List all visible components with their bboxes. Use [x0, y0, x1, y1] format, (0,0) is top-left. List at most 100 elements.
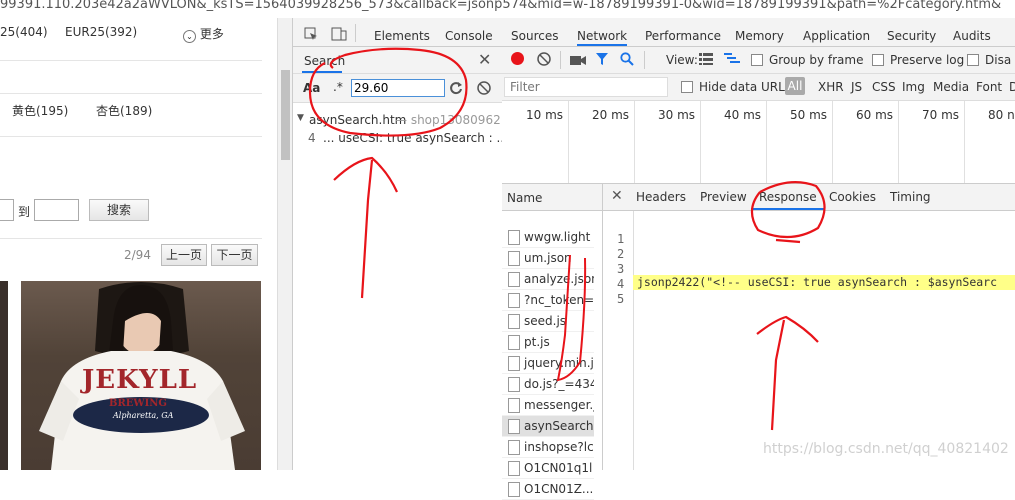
page-scrollbar[interactable] — [277, 18, 293, 470]
close-icon[interactable]: ✕ — [478, 50, 491, 69]
request-row[interactable]: do.js?_=434 — [502, 374, 594, 395]
tab-preview[interactable]: Preview — [700, 184, 747, 210]
request-row[interactable]: asynSearch — [502, 416, 594, 437]
timeline-tick-label: 10 ms — [526, 108, 564, 122]
file-icon — [508, 272, 520, 287]
view-label: View: — [666, 53, 698, 67]
timeline-tick-label: 50 ms — [790, 108, 828, 122]
type-filter-all[interactable]: All — [785, 77, 805, 95]
tab-console[interactable]: Console — [445, 18, 493, 46]
clear-log-icon[interactable] — [537, 52, 551, 66]
price-max-input[interactable] — [34, 199, 79, 221]
refresh-icon[interactable] — [449, 81, 463, 95]
response-line-highlighted[interactable]: jsonp2422("<!-- useCSI: true asynSearch … — [633, 275, 1015, 290]
regex-toggle[interactable]: .* — [333, 80, 343, 94]
request-row[interactable]: pt.js — [502, 332, 594, 353]
search-input[interactable] — [351, 79, 445, 97]
name-column-header[interactable]: Name — [502, 184, 602, 211]
request-name: asynSearch — [524, 419, 594, 433]
product-image-partial[interactable] — [0, 281, 8, 470]
next-page-button[interactable]: 下一页 — [211, 244, 258, 266]
divider — [0, 238, 262, 239]
group-by-frame-label: Group by frame — [769, 53, 864, 67]
group-by-frame-checkbox[interactable] — [751, 54, 763, 66]
timeline-tick-label: 80 n — [988, 108, 1015, 122]
inspect-element-icon[interactable] — [304, 27, 318, 41]
request-row[interactable]: messenger.j — [502, 395, 594, 416]
name-header-label: Name — [507, 191, 543, 205]
color-option-yellow[interactable]: 黄色(195) — [12, 102, 68, 119]
divider — [0, 136, 262, 137]
type-filter-css[interactable]: CSS — [872, 80, 896, 94]
filter-option-size-25[interactable]: 25(404) — [0, 25, 48, 39]
tab-elements[interactable]: Elements — [374, 18, 430, 46]
tab-security[interactable]: Security — [887, 18, 936, 46]
webpage-area: 25(404) EUR25(392) ⌄ 更多 黄色(195) 杏色(189) … — [0, 18, 277, 470]
prev-page-button[interactable]: 上一页 — [161, 244, 207, 266]
chevron-down-icon: ⌄ — [183, 30, 196, 43]
tab-response[interactable]: Response — [751, 184, 825, 210]
type-filter-font[interactable]: Font — [976, 80, 1002, 94]
line-number: 1 — [617, 232, 625, 246]
network-filter-bar: Filter Hide data URLs All XHR JS CSS Img… — [502, 74, 1015, 101]
request-row[interactable]: um.json — [502, 248, 594, 269]
search-button[interactable]: 搜索 — [89, 199, 149, 221]
clear-icon[interactable] — [477, 81, 491, 95]
request-row[interactable]: ?nc_token= — [502, 290, 594, 311]
scrollbar-thumb[interactable] — [281, 70, 290, 160]
color-option-apricot[interactable]: 杏色(189) — [96, 102, 152, 119]
tab-application[interactable]: Application — [803, 18, 870, 46]
match-case-toggle[interactable]: Aa — [303, 81, 320, 95]
request-row[interactable]: O1CN01q1l — [502, 458, 594, 479]
line-number: 4 — [617, 277, 625, 291]
request-name: inshopse?lc — [524, 440, 594, 454]
request-row[interactable]: wwgw.light — [502, 227, 594, 248]
hide-data-urls-checkbox[interactable] — [681, 81, 693, 93]
type-filter-media[interactable]: Media — [933, 80, 969, 94]
request-row[interactable]: O1CN01Z... — [502, 479, 594, 500]
tab-network[interactable]: Network — [577, 18, 628, 46]
search-icon[interactable] — [620, 52, 634, 66]
type-filter-img[interactable]: Img — [902, 80, 925, 94]
type-filter-js[interactable]: JS — [851, 80, 862, 94]
tab-audits[interactable]: Audits — [953, 18, 991, 46]
product-image[interactable]: JEKYLL BREWING Alpharetta, GA — [21, 281, 261, 470]
line-number: 5 — [617, 292, 625, 306]
waterfall-view-icon[interactable] — [724, 53, 740, 65]
filter-input[interactable]: Filter — [504, 77, 668, 97]
result-line-number: 4 — [308, 131, 316, 145]
more-filters-link[interactable]: ⌄ 更多 — [183, 25, 224, 43]
request-row[interactable]: inshopse?lc — [502, 437, 594, 458]
tab-timing[interactable]: Timing — [890, 184, 931, 210]
network-timeline-overview[interactable]: 10 ms 20 ms 30 ms 40 ms 50 ms 60 ms 70 m… — [502, 101, 1015, 184]
list-view-icon[interactable] — [699, 53, 713, 65]
close-icon[interactable]: ✕ — [611, 188, 623, 204]
request-name: um.json — [524, 251, 572, 265]
type-filter-xhr[interactable]: XHR — [818, 80, 844, 94]
device-toolbar-icon[interactable] — [331, 27, 347, 41]
disable-cache-checkbox[interactable] — [967, 54, 979, 66]
tab-performance[interactable]: Performance — [645, 18, 721, 46]
record-icon[interactable] — [511, 52, 524, 65]
request-row[interactable]: seed.js — [502, 311, 594, 332]
request-row[interactable]: analyze.json — [502, 269, 594, 290]
details-tabbar: ✕ Headers Preview Response Cookies Timin… — [603, 184, 1015, 211]
file-icon — [508, 461, 520, 476]
tab-headers[interactable]: Headers — [636, 184, 686, 210]
preserve-log-checkbox[interactable] — [872, 54, 884, 66]
divider — [560, 51, 561, 69]
price-min-input[interactable] — [0, 199, 14, 221]
type-filter-doc[interactable]: D — [1009, 80, 1015, 94]
line-number: 2 — [617, 247, 625, 261]
tab-cookies[interactable]: Cookies — [829, 184, 876, 210]
line-number: 3 — [617, 262, 625, 276]
search-result-file[interactable]: ▼ asynSearch.htm — shop13080962... — [293, 111, 502, 129]
tab-sources[interactable]: Sources — [511, 18, 558, 46]
camera-icon[interactable] — [570, 54, 586, 66]
filter-icon[interactable] — [595, 52, 609, 66]
timeline-gridline — [568, 101, 569, 183]
request-row[interactable]: jquery.min.j — [502, 353, 594, 374]
filter-option-eur25[interactable]: EUR25(392) — [65, 25, 137, 39]
tab-memory[interactable]: Memory — [735, 18, 784, 46]
search-result-line[interactable]: 4 ... useCSI: true asynSearch : ... — [293, 129, 502, 147]
